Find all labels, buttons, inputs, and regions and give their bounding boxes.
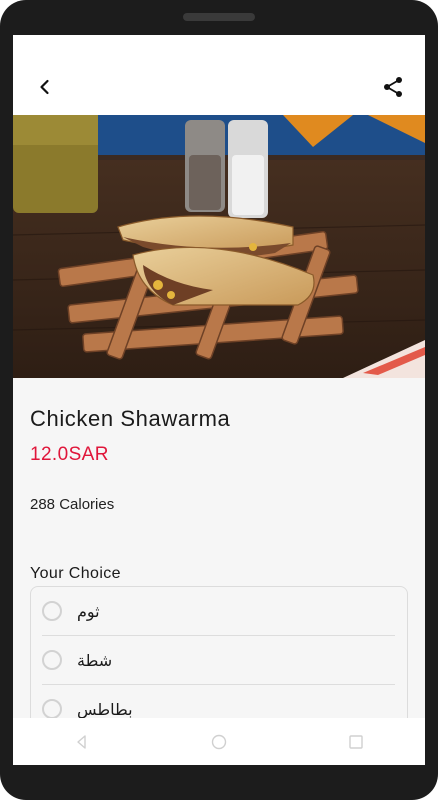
- nav-home-button[interactable]: [199, 722, 239, 762]
- product-price: 12.0SAR: [30, 444, 109, 465]
- app-screen: Chicken Shawarma 12.0SAR 288 Calories Yo…: [13, 35, 425, 765]
- share-button[interactable]: [375, 69, 411, 105]
- option-item[interactable]: شطة: [42, 636, 395, 685]
- radio-button-icon[interactable]: [42, 601, 62, 621]
- options-section-title: Your Choice: [30, 565, 121, 582]
- nav-back-button[interactable]: [62, 722, 102, 762]
- radio-button-icon[interactable]: [42, 650, 62, 670]
- nav-recents-icon: [349, 734, 364, 749]
- nav-home-icon: [211, 734, 227, 749]
- device-speaker: [183, 13, 255, 21]
- app-bar: [13, 35, 425, 115]
- back-button[interactable]: [27, 69, 63, 105]
- back-arrow-icon: [40, 79, 49, 95]
- product-calories: 288 Calories: [30, 496, 115, 513]
- option-item[interactable]: ثوم: [42, 587, 395, 636]
- option-label: شطة: [77, 650, 113, 670]
- nav-recents-button[interactable]: [336, 722, 376, 762]
- product-details: Chicken Shawarma 12.0SAR 288 Calories Yo…: [13, 378, 425, 746]
- option-label: بطاطس: [77, 699, 133, 719]
- product-image: [13, 115, 425, 378]
- radio-button-icon[interactable]: [42, 699, 62, 719]
- nav-back-icon: [76, 734, 86, 749]
- system-navigation-bar: [13, 718, 425, 765]
- option-label: ثوم: [77, 601, 100, 621]
- device-frame: Chicken Shawarma 12.0SAR 288 Calories Yo…: [0, 0, 438, 800]
- product-name: Chicken Shawarma: [30, 406, 231, 431]
- share-icon: [384, 77, 402, 97]
